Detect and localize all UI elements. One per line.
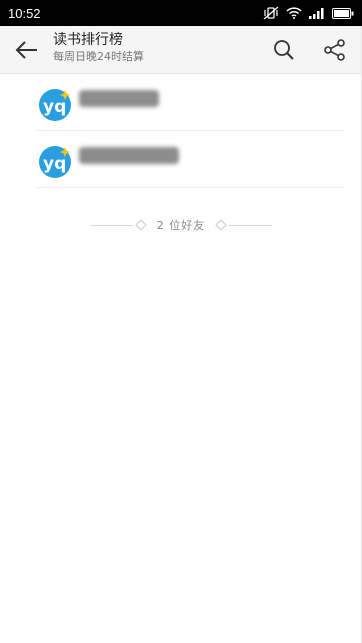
vibrate-off-icon: [263, 6, 279, 20]
divider-line: [90, 224, 133, 226]
friend-name-redacted: [79, 90, 159, 107]
friend-name-redacted: [79, 147, 179, 164]
battery-icon: [332, 7, 354, 19]
header-title-group: 读书排行榜 每周日晚24时结算: [53, 31, 144, 65]
share-button[interactable]: [322, 37, 348, 63]
friend-count-footer: 2 位好友: [90, 216, 272, 234]
search-button[interactable]: [272, 38, 296, 62]
status-icons: [263, 6, 354, 20]
yq-logo-avatar: yq: [39, 89, 71, 121]
list-item[interactable]: yq: [37, 74, 345, 131]
diamond-ornament: [215, 219, 227, 231]
wifi-icon: [286, 7, 302, 19]
diamond-ornament: [135, 219, 147, 231]
share-icon: [324, 39, 345, 61]
yq-logo-avatar: yq: [39, 146, 71, 178]
page-title: 读书排行榜: [53, 32, 123, 48]
divider-line: [229, 224, 272, 226]
page-subtitle: 每周日晚24时结算: [53, 50, 144, 63]
list-item[interactable]: yq: [37, 131, 345, 188]
app-bar: 读书排行榜 每周日晚24时结算: [0, 26, 362, 74]
friend-list: yq yq: [0, 74, 362, 188]
signal-icon: [309, 8, 324, 19]
back-button[interactable]: [13, 36, 41, 64]
status-time: 10:52: [8, 5, 41, 21]
svg-text:yq: yq: [43, 154, 66, 174]
status-bar: 10:52: [0, 0, 362, 26]
friend-count-text: 2 位好友: [156, 219, 206, 232]
svg-text:yq: yq: [43, 97, 66, 117]
back-arrow-icon: [15, 41, 37, 59]
search-icon: [274, 40, 294, 60]
